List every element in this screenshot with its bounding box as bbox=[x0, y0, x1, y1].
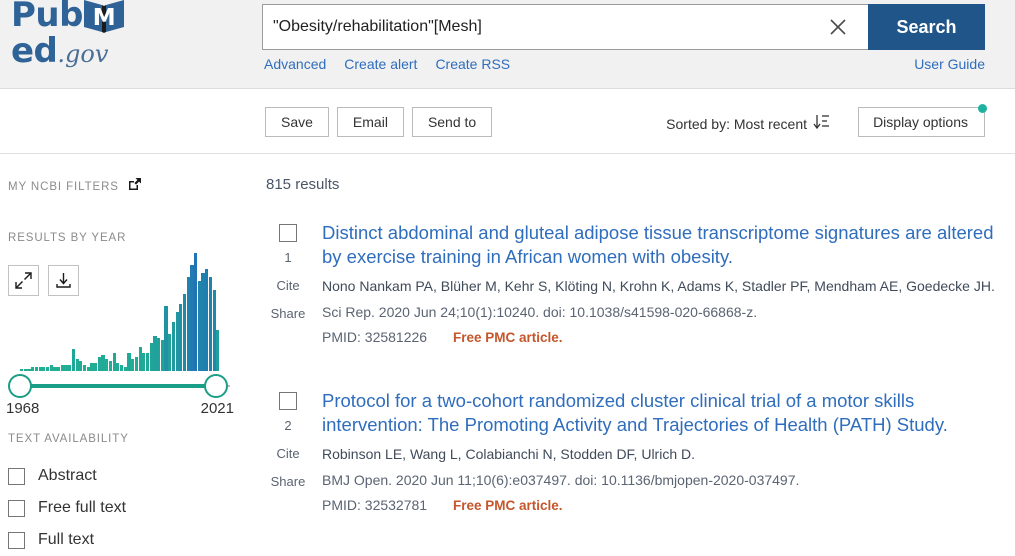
search-input[interactable] bbox=[273, 18, 818, 36]
share-link[interactable]: Share bbox=[271, 474, 306, 489]
histogram-bars bbox=[20, 251, 220, 371]
share-link[interactable]: Share bbox=[271, 306, 306, 321]
filter-label: Free full text bbox=[38, 499, 127, 516]
result-title-link[interactable]: Distinct abdominal and gluteal adipose t… bbox=[322, 221, 1007, 269]
free-full-text-checkbox[interactable] bbox=[8, 499, 25, 517]
result-authors: Robinson LE, Wang L, Colabianchi N, Stod… bbox=[322, 446, 695, 462]
result-checkbox[interactable] bbox=[279, 392, 297, 410]
my-ncbi-filters-link[interactable]: MY NCBI FILTERS bbox=[8, 177, 142, 196]
result-meta: PMID: 32532781 Free PMC article. bbox=[322, 497, 1007, 513]
filter-abstract[interactable]: Abstract bbox=[8, 460, 238, 492]
display-options-indicator-dot bbox=[978, 104, 987, 113]
result-citation: BMJ Open. 2020 Jun 11;10(6):e037497. doi… bbox=[322, 472, 800, 488]
cite-link[interactable]: Cite bbox=[276, 446, 299, 461]
result-meta: PMID: 32581226 Free PMC article. bbox=[322, 329, 1007, 345]
result-item: 2 Cite Share Protocol for a two-cohort r… bbox=[262, 389, 1007, 513]
year-range-slider[interactable] bbox=[6, 371, 234, 401]
header-links: Advanced Create alert Create RSS bbox=[264, 56, 510, 72]
external-link-icon bbox=[128, 177, 142, 196]
advanced-link[interactable]: Advanced bbox=[264, 56, 326, 72]
book-icon: M bbox=[81, 0, 127, 34]
create-rss-link[interactable]: Create RSS bbox=[435, 56, 510, 72]
histogram-bar bbox=[216, 330, 220, 371]
result-citation: Sci Rep. 2020 Jun 24;10(1):10240. doi: 1… bbox=[322, 304, 758, 320]
slider-handle-end[interactable] bbox=[204, 374, 228, 398]
result-pmid: PMID: 32581226 bbox=[322, 329, 428, 345]
results-by-year-label: RESULTS BY YEAR bbox=[8, 232, 127, 244]
email-button[interactable]: Email bbox=[336, 107, 404, 137]
filters-sidebar: MY NCBI FILTERS RESULTS BY YEAR 1968 202… bbox=[0, 155, 248, 549]
slider-handle-start[interactable] bbox=[8, 374, 32, 398]
slider-track bbox=[20, 384, 220, 388]
clear-search-icon[interactable] bbox=[818, 5, 858, 49]
abstract-checkbox[interactable] bbox=[8, 467, 25, 485]
search-results-panel: 815 results 1 Cite Share Distinct abdomi… bbox=[248, 155, 1015, 535]
filter-label: Abstract bbox=[38, 467, 97, 484]
filter-free-full-text[interactable]: Free full text bbox=[8, 492, 238, 524]
result-actions-group: Save Email Send to bbox=[265, 107, 500, 137]
year-start-label: 1968 bbox=[6, 400, 40, 417]
text-availability-label: TEXT AVAILABILITY bbox=[8, 433, 129, 445]
sort-control[interactable]: Sorted by: Most recent bbox=[666, 114, 830, 133]
search-button[interactable]: Search bbox=[868, 4, 985, 50]
result-title-link[interactable]: Protocol for a two-cohort randomized clu… bbox=[322, 389, 1007, 437]
logo-gov-text: .gov bbox=[57, 39, 109, 68]
svg-text:M: M bbox=[93, 5, 115, 31]
my-ncbi-filters-label: MY NCBI FILTERS bbox=[8, 180, 119, 193]
result-authors: Nono Nankam PA, Blüher M, Kehr S, Klötin… bbox=[322, 278, 995, 294]
result-left-rail: 2 Cite Share bbox=[262, 389, 314, 513]
result-item: 1 Cite Share Distinct abdominal and glut… bbox=[262, 221, 1007, 345]
result-number: 1 bbox=[284, 250, 292, 265]
logo-pub-text: Pub bbox=[11, 0, 83, 35]
free-pmc-badge[interactable]: Free PMC article. bbox=[453, 330, 563, 345]
result-body: Distinct abdominal and gluteal adipose t… bbox=[314, 221, 1007, 345]
result-left-rail: 1 Cite Share bbox=[262, 221, 314, 345]
pubmed-logo[interactable]: Pub M ed.gov bbox=[11, 0, 186, 68]
result-pmid: PMID: 32532781 bbox=[322, 497, 428, 513]
filter-full-text[interactable]: Full text bbox=[8, 524, 238, 556]
logo-ed-text: ed bbox=[11, 30, 58, 71]
send-to-button[interactable]: Send to bbox=[411, 107, 493, 137]
create-alert-link[interactable]: Create alert bbox=[344, 56, 417, 72]
display-options-button[interactable]: Display options bbox=[858, 107, 985, 137]
logo-wordmark: Pub M ed.gov bbox=[11, 0, 186, 68]
results-by-year-chart bbox=[20, 251, 220, 371]
full-text-checkbox[interactable] bbox=[8, 531, 25, 549]
text-availability-filters: Abstract Free full text Full text bbox=[8, 460, 238, 556]
user-guide-link[interactable]: User Guide bbox=[914, 56, 985, 72]
year-range-labels: 1968 2021 bbox=[6, 400, 234, 417]
sort-descending-icon bbox=[813, 114, 830, 133]
free-pmc-badge[interactable]: Free PMC article. bbox=[453, 498, 563, 513]
save-button[interactable]: Save bbox=[265, 107, 329, 137]
cite-link[interactable]: Cite bbox=[276, 278, 299, 293]
filter-label: Full text bbox=[38, 531, 95, 548]
search-input-wrapper bbox=[262, 4, 868, 50]
result-number: 2 bbox=[284, 418, 292, 433]
results-count: 815 results bbox=[266, 176, 340, 193]
sort-label: Sorted by: Most recent bbox=[666, 115, 807, 132]
result-body: Protocol for a two-cohort randomized clu… bbox=[314, 389, 1007, 513]
year-end-label: 2021 bbox=[200, 400, 234, 417]
page-header: Pub M ed.gov Search Advanced Create bbox=[0, 0, 1015, 89]
result-checkbox[interactable] bbox=[279, 224, 297, 242]
search-bar: Search bbox=[262, 4, 985, 50]
